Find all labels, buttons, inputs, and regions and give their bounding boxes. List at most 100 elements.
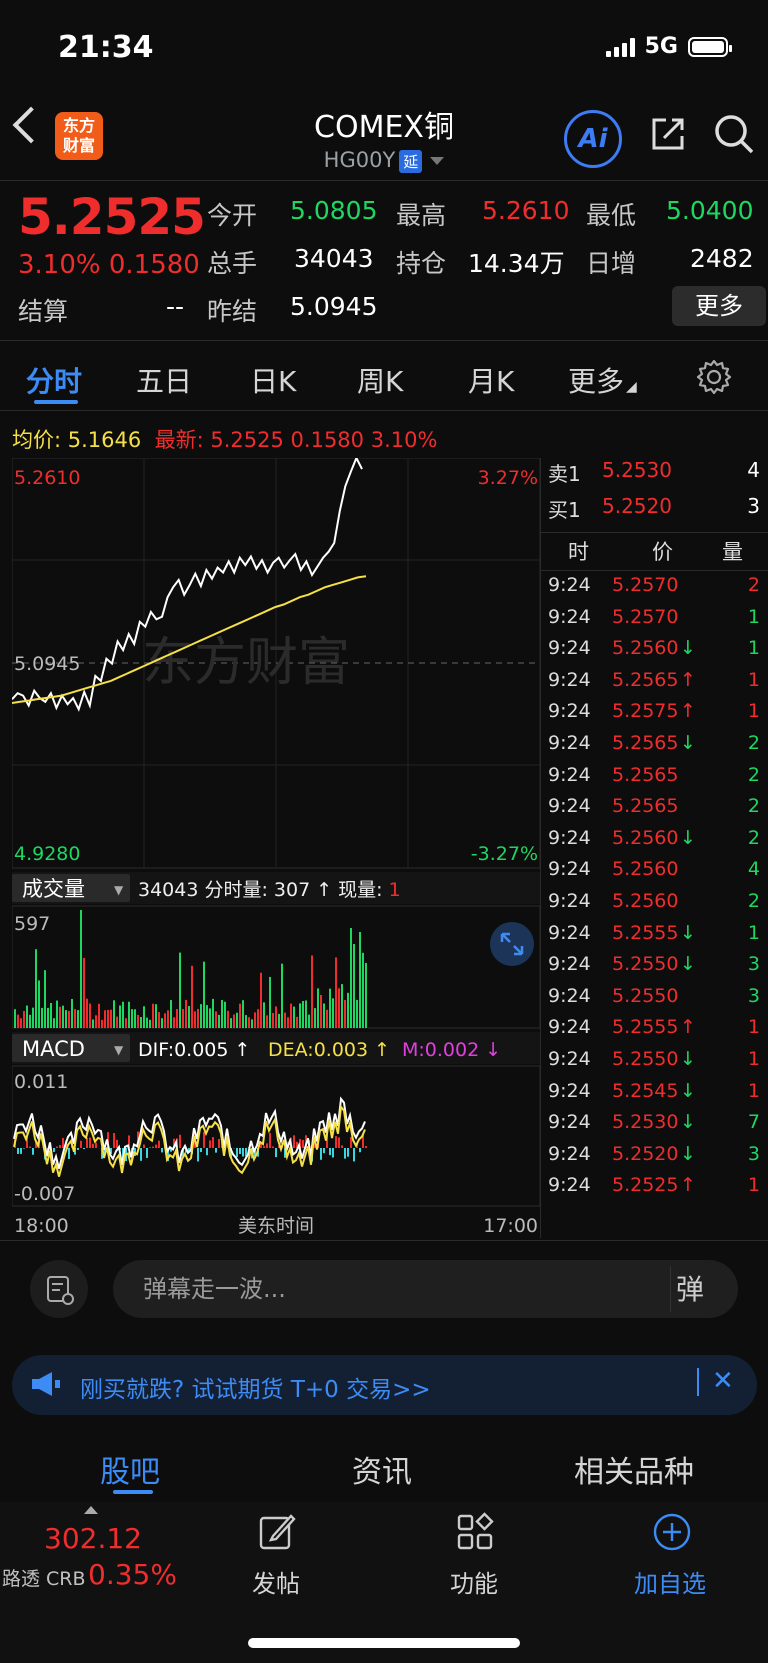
volume-bar [326, 1009, 328, 1028]
volume-bar [161, 1018, 163, 1028]
volume-bar [104, 1010, 106, 1028]
tab-guba[interactable]: 股吧 [100, 1447, 160, 1491]
promo-text[interactable]: 刚买就跌? 试试期货 T+0 交易>> [80, 1370, 431, 1404]
macd-bar [239, 1148, 241, 1154]
volume-bar [98, 1003, 100, 1028]
volume-label: 总手 [207, 249, 258, 278]
tab-news[interactable]: 资讯 [352, 1447, 412, 1491]
high-label: 最高 [396, 201, 447, 230]
volume-bar [182, 1009, 184, 1028]
macd-bar [179, 1134, 181, 1148]
volume-bar [311, 955, 313, 1028]
expand-button[interactable] [490, 922, 534, 966]
macd-bar [347, 1148, 349, 1157]
macd-bar [266, 1143, 268, 1148]
trade-arrow: ↑ [680, 1016, 696, 1039]
danmaku-send-button[interactable]: 弹 [676, 1268, 704, 1308]
trade-price: 5.2560 [612, 890, 679, 912]
volume-bar [35, 949, 37, 1028]
danmaku-toggle[interactable] [30, 1260, 88, 1318]
ask-vol: 4 [747, 458, 760, 482]
expand-up-icon[interactable] [84, 1506, 98, 1514]
search-icon[interactable] [712, 112, 756, 156]
macd-bar [80, 1140, 82, 1148]
post-button[interactable]: 发帖 [250, 1512, 304, 1598]
macd-bar [140, 1148, 142, 1161]
trade-time: 9:24 [548, 637, 591, 660]
tab-daily-k[interactable]: 日K [250, 360, 296, 400]
ai-button[interactable]: Ai [564, 110, 622, 168]
macd-bar [83, 1148, 85, 1150]
macd-bar [209, 1140, 211, 1148]
megaphone-icon [32, 1372, 60, 1396]
macd-bar [116, 1139, 118, 1148]
trade-vol: 3 [747, 953, 760, 976]
volume-bar [59, 1006, 61, 1028]
volume-bars [14, 910, 367, 1028]
trade-time: 9:24 [548, 1048, 591, 1070]
volume-bar [293, 1006, 295, 1028]
functions-button[interactable]: 功能 [448, 1512, 502, 1598]
trade-row: 9:24 5.2575 ↑ 1 [540, 700, 768, 734]
trade-arrow: ↑ [680, 700, 696, 723]
macd-dropdown-icon: ▼ [114, 1043, 124, 1057]
trade-vol: 1 [747, 1174, 760, 1197]
close-icon[interactable]: ✕ [712, 1366, 734, 1396]
tab-more[interactable]: 更多 ◢ [568, 360, 637, 400]
volume-bar [62, 1005, 64, 1028]
more-quote-button[interactable]: 更多 [672, 286, 766, 326]
trade-vol: 4 [747, 858, 760, 881]
trade-vol: 2 [747, 826, 760, 849]
volume-bar [38, 980, 40, 1028]
volume-bar [125, 1018, 127, 1028]
volume-bar [317, 988, 319, 1028]
trade-vol: 2 [747, 763, 760, 786]
crb-value[interactable]: 302.12 [44, 1522, 142, 1555]
macd-bar [293, 1135, 295, 1148]
volume-bar [305, 1000, 307, 1028]
volume-bar [257, 1009, 259, 1028]
tab-five-day[interactable]: 五日 [136, 360, 192, 400]
trade-vol: 3 [747, 1142, 760, 1165]
trade-time: 9:24 [548, 921, 591, 944]
trade-vol: 2 [747, 795, 760, 818]
volume-bar [122, 1001, 124, 1028]
trade-time: 9:24 [548, 574, 591, 596]
volume-bar [14, 1009, 16, 1028]
watermark: 东方财富 [142, 633, 350, 693]
trade-row: 9:24 5.2570 1 [540, 606, 768, 640]
volume-bar [47, 1007, 49, 1028]
danmaku-input[interactable]: 弹幕走一波... [113, 1260, 738, 1318]
share-icon[interactable] [648, 114, 688, 154]
volume-bar [365, 962, 367, 1028]
volume-bar [56, 1000, 58, 1028]
volume-bar [152, 1003, 154, 1028]
volume-bar [119, 1005, 121, 1028]
macd-bar [146, 1148, 148, 1158]
volume-bar [173, 1017, 175, 1028]
volume-bar [227, 1010, 229, 1028]
volume-bar [323, 1003, 325, 1028]
gear-icon[interactable] [695, 358, 733, 396]
volume-bar [95, 1015, 97, 1028]
time-zone-label: 美东时间 [238, 1215, 314, 1237]
trade-price: 5.2525 [612, 1174, 679, 1197]
macd-bar [158, 1140, 160, 1148]
macd-bar [53, 1148, 55, 1152]
macd-bar [152, 1146, 154, 1148]
volume-bar [170, 1000, 172, 1028]
volume-bar [131, 1009, 133, 1028]
tab-monthly-k[interactable]: 月K [468, 360, 514, 400]
add-watchlist-button[interactable]: 加自选 [632, 1512, 712, 1598]
tab-intraday[interactable]: 分时 [26, 360, 82, 400]
volume-bar [44, 970, 46, 1028]
trade-time: 9:24 [548, 826, 591, 849]
trade-price: 5.2575 [612, 700, 679, 723]
intraday-chart[interactable]: 东方财富 5.2610 3.27% 5.0945 4.9280 -3.27% 成… [12, 458, 540, 1238]
tab-weekly-k[interactable]: 周K [357, 360, 403, 400]
trade-price: 5.2520 [612, 1142, 679, 1165]
volume-bar [167, 1010, 169, 1028]
tab-related[interactable]: 相关品种 [574, 1447, 694, 1491]
trade-arrow: ↓ [680, 1048, 696, 1070]
crb-name: 路透 CRB [2, 1568, 86, 1590]
